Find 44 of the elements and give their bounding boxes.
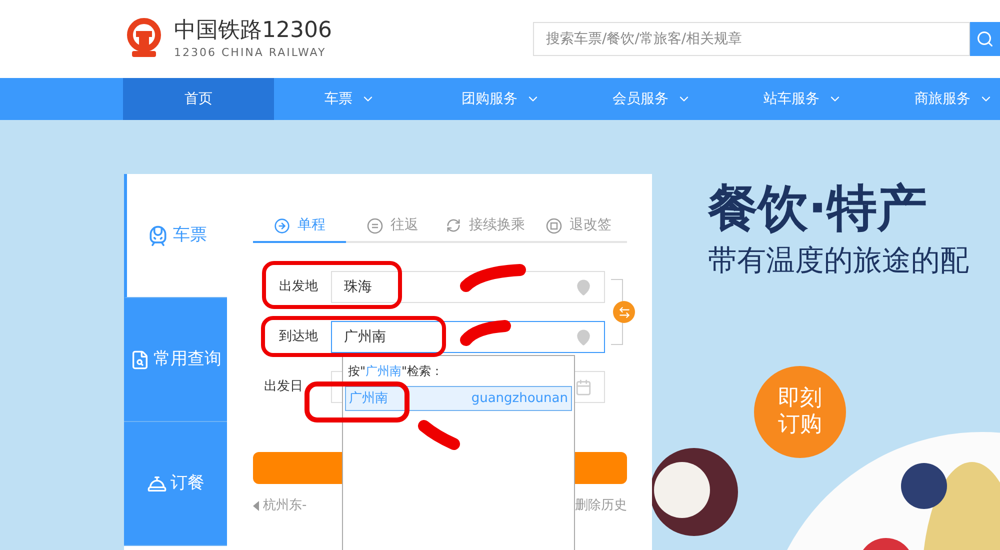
nav-item[interactable]: 首页: [123, 78, 274, 120]
station-field[interactable]: 广州南: [331, 321, 605, 353]
swap-button[interactable]: [613, 301, 635, 323]
search-field[interactable]: 搜索车票/餐饮/常旅客/相关规章: [533, 22, 970, 56]
calendar-icon: [575, 378, 592, 396]
trip-tab[interactable]: 接续换乘: [439, 210, 532, 243]
order-now-badge[interactable]: 即刻订购: [754, 366, 846, 458]
swap-arrows-icon: [618, 306, 630, 318]
station-name: 广州南: [349, 390, 388, 408]
nav-item[interactable]: 会员服务: [576, 78, 727, 120]
side-tab[interactable]: 订餐: [124, 422, 227, 546]
clear-history-link[interactable]: 删除历史: [575, 496, 627, 516]
circled-ticket-icon: [546, 218, 562, 234]
side-tab[interactable]: 车票: [124, 174, 227, 298]
banner-subtitle: 带有温度的旅途的配: [708, 242, 970, 279]
trip-tab[interactable]: 退改签: [532, 210, 625, 243]
map-pin-icon: [575, 328, 592, 346]
history-item[interactable]: 杭州东-: [253, 496, 307, 516]
nav-item[interactable]: 团购服务: [425, 78, 576, 120]
circular-arrows-icon: [446, 218, 461, 233]
nav-item[interactable]: 站车服务: [727, 78, 878, 120]
logo-title: 中国铁路12306: [174, 16, 332, 45]
map-pin-icon: [575, 278, 592, 296]
suggestion-option[interactable]: 广州南 guangzhounan: [345, 386, 572, 411]
search-button[interactable]: [970, 22, 1000, 56]
banner-title: 餐饮·特产: [708, 178, 928, 239]
circled-equals-icon: [366, 218, 382, 234]
station-pinyin: guangzhounan: [471, 390, 568, 408]
nav-item[interactable]: 车票: [274, 78, 425, 120]
station-field[interactable]: 珠海: [331, 271, 605, 303]
document-search-icon: [130, 350, 150, 370]
left-triangle-icon: [253, 500, 259, 511]
logo-subtitle: 12306 CHINA RAILWAY: [174, 44, 328, 61]
field-label: 到达地: [278, 328, 319, 346]
trip-tab[interactable]: 往返: [346, 210, 439, 243]
trip-tab[interactable]: 单程: [253, 210, 346, 243]
train-icon: [147, 224, 169, 246]
field-label: 出发日: [263, 378, 304, 396]
side-tab[interactable]: 常用查询: [124, 298, 227, 422]
service-bell-icon: [146, 474, 166, 494]
search-prompt: 按"广州南"检索：: [347, 363, 444, 380]
field-label: 出发地: [278, 278, 319, 296]
nav-item[interactable]: 商旅服务: [878, 78, 1000, 120]
search-icon: [976, 30, 994, 48]
